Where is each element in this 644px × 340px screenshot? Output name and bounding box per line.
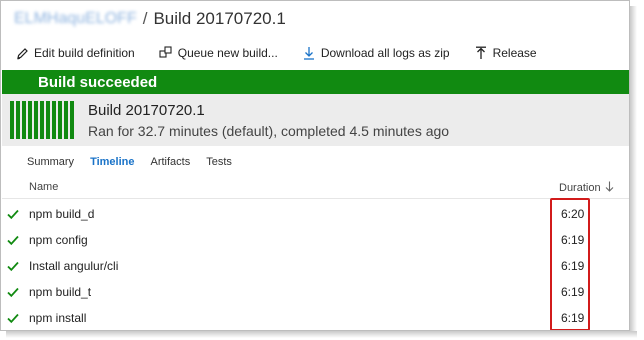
queue-icon [159,46,173,60]
table-row[interactable]: npm install 6:19 [1,305,629,330]
build-history-chart[interactable] [10,101,74,139]
task-name: Install angulur/cli [29,259,119,273]
table-row[interactable]: npm build_d 6:20 [1,201,629,227]
check-icon [7,286,19,298]
build-history-bar[interactable] [40,101,44,139]
tab-bar: Summary Timeline Artifacts Tests [27,156,248,168]
download-logs-label: Download all logs as zip [320,46,450,60]
download-icon [302,46,316,60]
task-name: npm config [29,233,88,247]
release-button[interactable]: Release [474,46,537,60]
build-history-bar[interactable] [52,101,56,139]
tab-artifacts[interactable]: Artifacts [151,156,191,168]
build-history-bar[interactable] [28,101,32,139]
breadcrumb-build: Build 20170720.1 [153,9,286,28]
queue-new-build-label: Queue new build... [177,46,278,60]
table-row[interactable]: npm config 6:19 [1,227,629,253]
breadcrumb-project[interactable]: ELMHaquELOFF [14,10,137,28]
build-run-info: Ran for 32.7 minutes (default), complete… [88,123,450,139]
column-header-name[interactable]: Name [29,181,58,193]
tab-summary[interactable]: Summary [27,156,74,168]
build-status-banner: Build succeeded [2,70,629,94]
breadcrumb: ELMHaquELOFF / Build 20170720.1 [14,7,286,31]
build-details-panel: ELMHaquELOFF / Build 20170720.1 Edit bui… [0,0,630,331]
check-icon [7,312,19,324]
build-history-bar[interactable] [22,101,26,139]
build-name: Build 20170720.1 [88,102,205,119]
table-row[interactable]: npm build_t 6:19 [1,279,629,305]
check-icon [7,208,19,220]
tab-timeline[interactable]: Timeline [90,156,134,168]
build-history-bar[interactable] [64,101,68,139]
task-name: npm build_t [29,285,92,299]
check-icon [7,260,19,272]
column-header-duration-label: Duration [559,182,601,194]
duration-highlight-box [550,198,590,330]
frame-shadow-bottom [6,331,637,338]
build-history-bar[interactable] [70,101,74,139]
frame-shadow-right [630,6,637,335]
sort-down-arrow-icon [605,181,614,195]
edit-build-definition-label: Edit build definition [34,46,135,60]
table-row[interactable]: Install angulur/cli 6:19 [1,253,629,279]
download-logs-button[interactable]: Download all logs as zip [302,46,450,60]
task-name: npm install [29,311,87,325]
build-summary: Build 20170720.1 Ran for 32.7 minutes (d… [2,94,629,146]
build-history-bar[interactable] [34,101,38,139]
build-history-bar[interactable] [10,101,14,139]
pencil-icon [15,46,29,60]
check-icon [7,234,19,246]
build-status-text: Build succeeded [38,73,158,91]
build-history-bar[interactable] [16,101,20,139]
header-divider [2,198,629,199]
release-icon [474,46,488,60]
breadcrumb-separator: / [142,9,148,28]
release-label: Release [492,46,537,60]
edit-build-definition-button[interactable]: Edit build definition [15,46,135,60]
tab-tests[interactable]: Tests [206,156,232,168]
toolbar: Edit build definition Queue new build...… [15,41,561,65]
build-history-bar[interactable] [46,101,50,139]
build-history-bar[interactable] [58,101,62,139]
column-header-duration[interactable]: Duration [559,181,614,195]
task-name: npm build_d [29,207,95,221]
queue-new-build-button[interactable]: Queue new build... [159,46,278,60]
